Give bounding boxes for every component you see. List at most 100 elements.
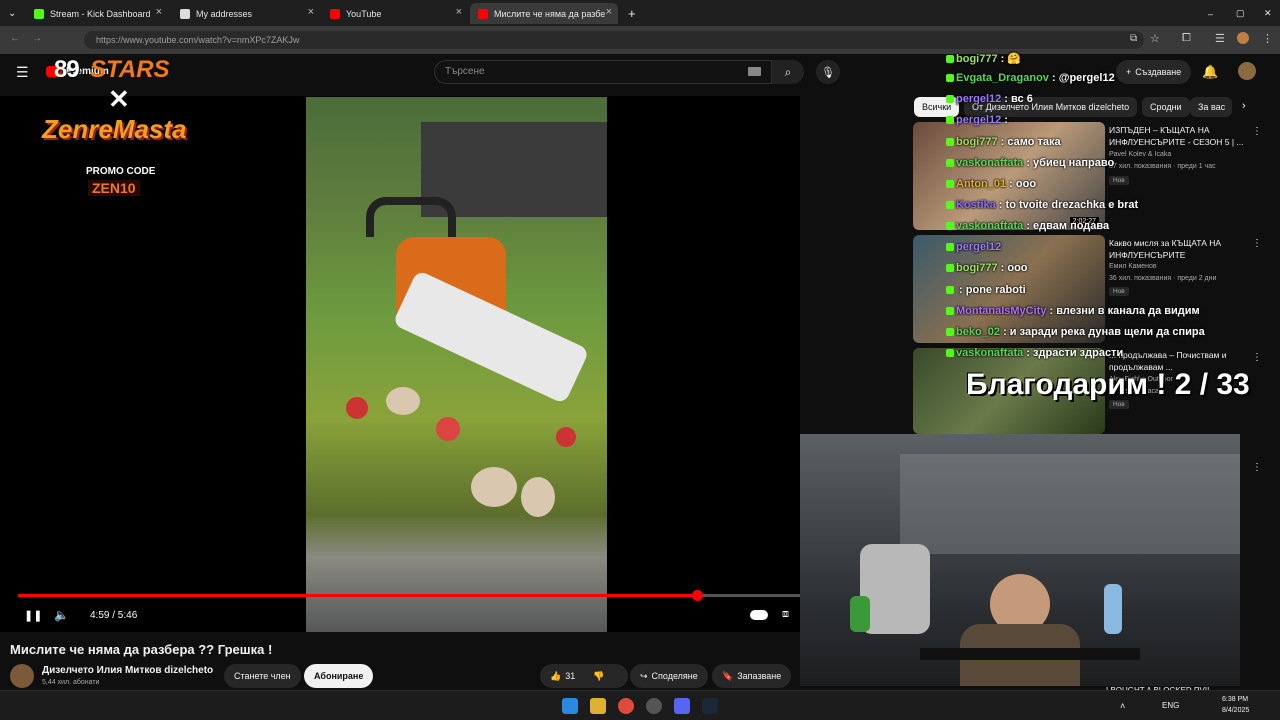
account-avatar[interactable] xyxy=(1238,62,1256,80)
steam-icon[interactable] xyxy=(702,698,718,714)
file-explorer-icon[interactable] xyxy=(590,698,606,714)
chat-text: : xyxy=(1001,114,1008,126)
progress-scrubber[interactable] xyxy=(691,590,703,601)
pause-icon[interactable]: ❚❚ xyxy=(24,609,42,622)
back-icon[interactable]: ← xyxy=(10,33,20,44)
tab-list-button[interactable]: ⌄ xyxy=(0,3,22,24)
search-input[interactable]: Търсене xyxy=(434,60,772,84)
language-indicator[interactable]: ENG xyxy=(1162,701,1179,710)
more-options-icon[interactable]: ⋮ xyxy=(1252,352,1262,363)
progress-fill xyxy=(18,594,697,597)
video-flower xyxy=(346,397,368,419)
subscribe-button[interactable]: Абониране xyxy=(304,664,374,688)
video-frame[interactable] xyxy=(306,97,607,632)
subscriber-count: 5,44 хил. абонати xyxy=(42,679,100,686)
chat-message: vaskonaftata : здрасти здрасти xyxy=(946,347,1123,359)
windows-taskbar: ˄ ENG 6:38 PM 8/4/2025 xyxy=(0,690,1280,720)
close-icon[interactable]: × xyxy=(156,6,162,18)
recommendation-title[interactable]: Какво мисля за КЪЩАТА НА ИНФЛУЕНСЪРИТЕ xyxy=(1109,237,1247,261)
kick-badge-icon xyxy=(946,55,954,64)
clock-date[interactable]: 8/4/2025 xyxy=(1222,707,1249,714)
search-button[interactable]: ⌕ xyxy=(772,60,804,84)
tab-my-addresses[interactable]: My addresses × xyxy=(172,3,320,24)
chat-text: : pone raboti xyxy=(956,284,1026,296)
share-button[interactable]: ↪ Споделяне xyxy=(630,664,708,688)
tab-label: Stream - Kick Dashboard xyxy=(50,8,151,19)
new-tab-button[interactable]: + xyxy=(620,3,640,24)
save-label: Запазване xyxy=(737,671,782,681)
autoplay-toggle[interactable] xyxy=(750,610,768,620)
recommendation-title[interactable]: ИЗПЪДЕН – КЪЩАТА НА ИНФЛУЕНСЪРИТЕ - СЕЗО… xyxy=(1109,124,1247,148)
extensions-icon[interactable]: ⧠ xyxy=(1182,32,1191,45)
chip-related[interactable]: Сродни xyxy=(1142,97,1190,117)
like-count[interactable]: 31 xyxy=(565,671,575,681)
voice-search-button[interactable]: 🎙 xyxy=(816,60,840,84)
mic-icon: 🎙 xyxy=(821,66,835,79)
more-options-icon[interactable]: ⋮ xyxy=(1252,126,1262,137)
save-button[interactable]: 🔖 Запазване xyxy=(712,664,792,688)
tab-current-video[interactable]: Мислите че няма да разбе × xyxy=(470,3,618,24)
thumbs-down-icon[interactable]: 👎 xyxy=(593,671,604,682)
kick-badge-icon xyxy=(946,201,954,210)
close-icon[interactable]: × xyxy=(308,6,314,18)
chat-username: pergel12 xyxy=(956,241,1002,253)
chat-text: : убиец направо xyxy=(1023,157,1115,169)
kick-badge-icon xyxy=(946,349,954,358)
chat-username: beko_02 xyxy=(956,326,1001,338)
kick-badge-icon xyxy=(946,74,954,83)
video-progress-bar[interactable] xyxy=(18,590,800,601)
search-icon: ⌕ xyxy=(784,64,792,79)
keyboard-icon[interactable] xyxy=(748,67,761,76)
window-close-button[interactable]: ✕ xyxy=(1256,3,1276,24)
chat-message: pergel12 xyxy=(946,241,1001,253)
windows-start-icon[interactable] xyxy=(562,698,578,714)
share-label: Споделяне xyxy=(651,671,698,681)
channel-avatar[interactable] xyxy=(10,664,34,688)
discord-icon[interactable] xyxy=(674,698,690,714)
url-input[interactable]: https://www.youtube.com/watch?v=nmXPc7ZA… xyxy=(84,31,1144,49)
chevron-right-icon[interactable]: › xyxy=(1242,100,1246,112)
profile-avatar[interactable] xyxy=(1237,32,1249,44)
new-badge: Нов xyxy=(1109,287,1129,296)
more-options-icon[interactable]: ⋮ xyxy=(1252,238,1262,249)
chat-message: : pone raboti xyxy=(946,284,1026,296)
chat-username: MontanaIsMyCity xyxy=(956,305,1047,317)
address-bar-row: ← → https://www.youtube.com/watch?v=nmXP… xyxy=(0,26,1280,54)
tray-chevron-icon[interactable]: ˄ xyxy=(1120,701,1125,711)
reading-list-icon[interactable]: ☰ xyxy=(1215,32,1225,45)
volume-icon[interactable]: 🔈 xyxy=(54,608,69,622)
logo-number: 89 xyxy=(54,56,80,83)
subtitles-icon[interactable]: ⧈ xyxy=(782,608,789,621)
obs-icon[interactable] xyxy=(646,698,662,714)
video-rabbit xyxy=(521,477,555,517)
kick-badge-icon xyxy=(946,138,954,147)
install-icon[interactable]: ⧉ xyxy=(1130,33,1137,44)
minimize-button[interactable]: – xyxy=(1200,3,1220,24)
tab-youtube[interactable]: YouTube × xyxy=(322,3,468,24)
webcam-wall xyxy=(900,454,1240,554)
forward-icon[interactable]: → xyxy=(32,33,42,44)
clock-time[interactable]: 6:38 PM xyxy=(1222,696,1248,703)
bookmark-star-icon[interactable]: ☆ xyxy=(1150,32,1160,45)
close-icon[interactable]: × xyxy=(456,6,462,18)
chat-text: : ооо xyxy=(997,262,1028,274)
join-button[interactable]: Станете член xyxy=(224,664,301,688)
recommendation-channel[interactable]: Pavel Kolev & Icaka xyxy=(1109,151,1249,158)
chip-for-you[interactable]: За вас xyxy=(1190,97,1232,117)
thumbs-up-icon[interactable]: 👍 xyxy=(550,671,561,682)
chrome-icon[interactable] xyxy=(618,698,634,714)
video-chainsaw-handle xyxy=(366,197,456,237)
tab-kick-dashboard[interactable]: Stream - Kick Dashboard × xyxy=(26,3,168,24)
create-button[interactable]: + Създаване xyxy=(1116,60,1192,84)
channel-name[interactable]: Дизелчето Илия Митков dizelcheto xyxy=(42,665,213,676)
like-dislike-group: 👍 31 👎 xyxy=(540,664,628,688)
notifications-bell-icon[interactable]: 🔔 xyxy=(1202,64,1218,80)
close-icon[interactable]: × xyxy=(606,6,612,18)
hamburger-menu-icon[interactable]: ☰ xyxy=(16,64,29,81)
recommendation-channel[interactable]: Емил Каменов xyxy=(1109,263,1249,270)
menu-icon[interactable]: ⋮ xyxy=(1262,32,1273,45)
more-options-icon[interactable]: ⋮ xyxy=(1252,462,1262,473)
chat-text: : влезни в канала да видим xyxy=(1046,305,1200,317)
maximize-button[interactable]: ▢ xyxy=(1228,3,1248,24)
chat-text: : здрасти здрасти xyxy=(1023,347,1124,359)
